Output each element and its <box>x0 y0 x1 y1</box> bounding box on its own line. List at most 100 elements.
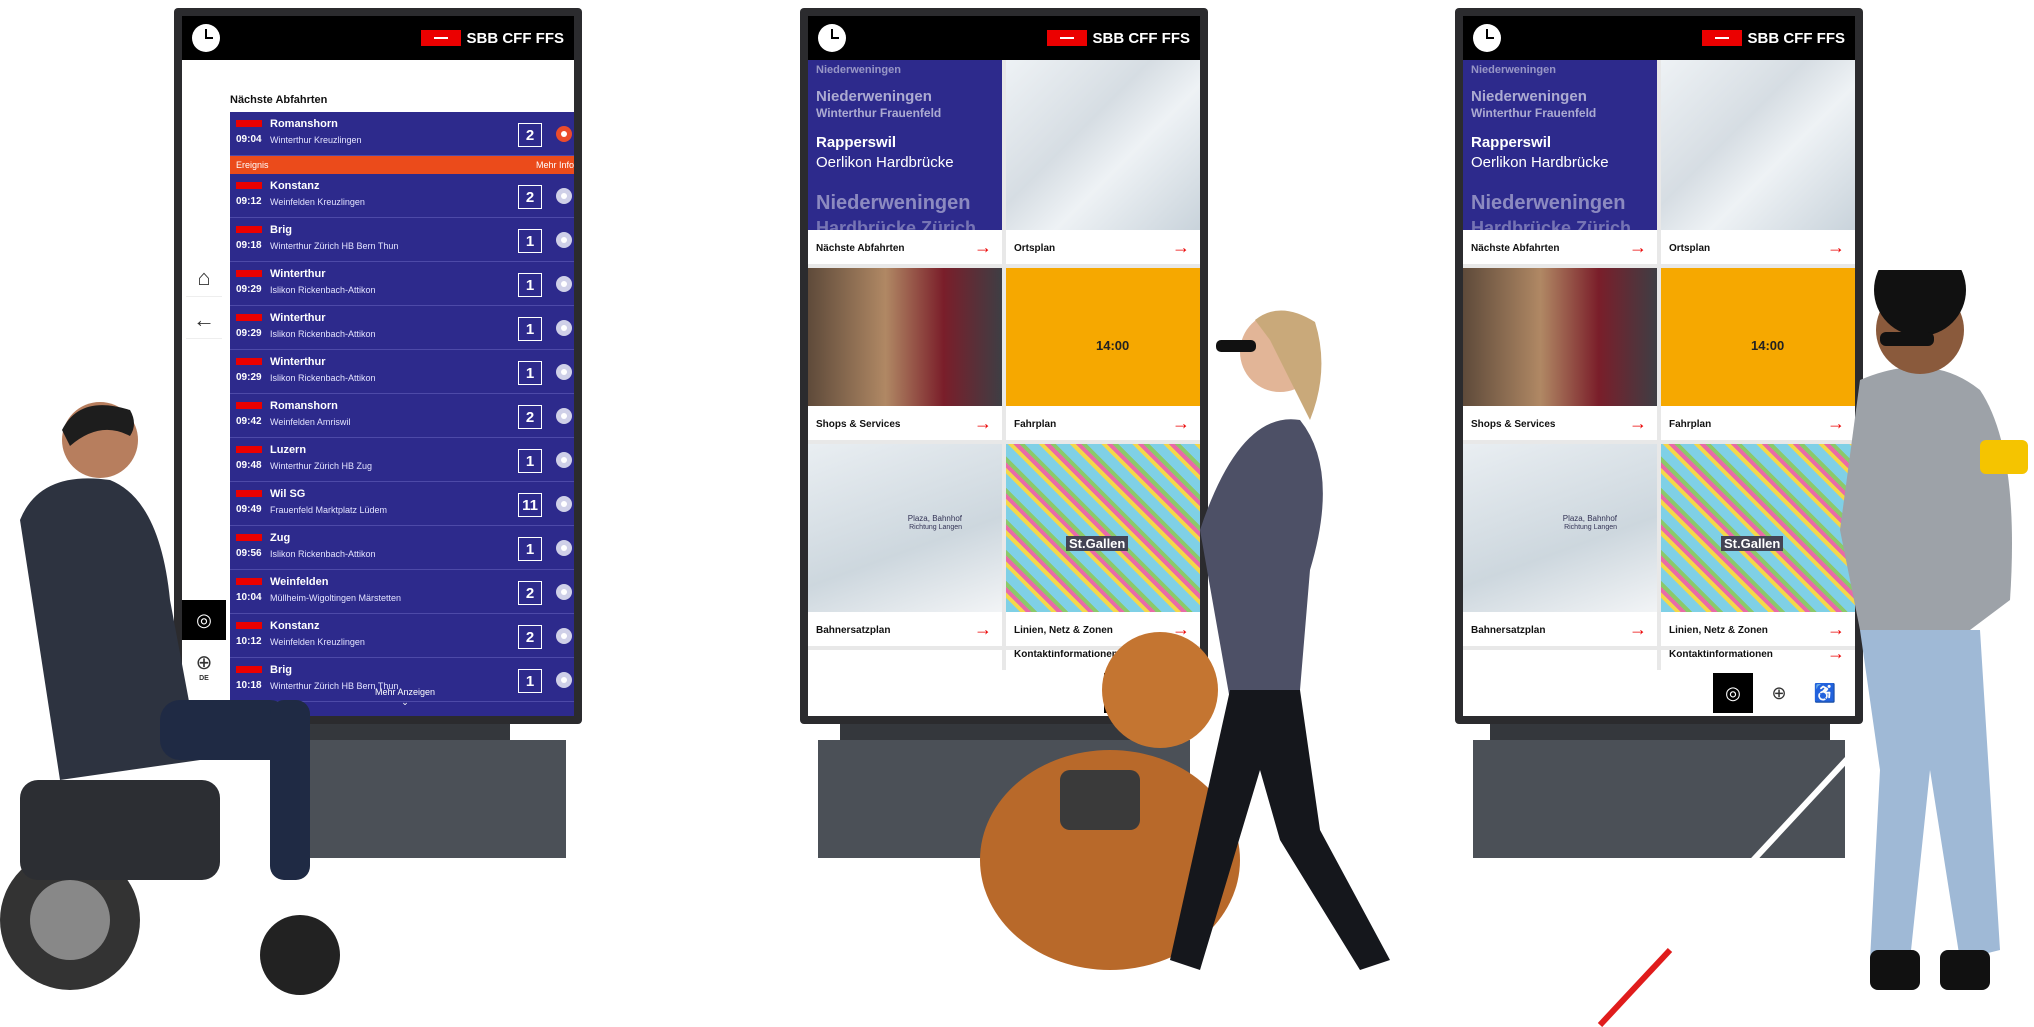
info-icon[interactable] <box>556 320 572 336</box>
tile-ortsplan[interactable]: Ortsplan → <box>1006 60 1200 264</box>
blind-armband-icon <box>1980 440 2028 474</box>
via-stations: Winterthur Kreuzlingen <box>270 135 362 145</box>
train-badge <box>236 182 262 189</box>
info-icon[interactable] <box>556 496 572 512</box>
destination: Brig <box>270 224 292 236</box>
train-badge <box>236 358 262 365</box>
train-badge <box>236 314 262 321</box>
destination: Konstanz <box>270 180 320 192</box>
brand-name: SBB CFF FFS <box>466 29 565 47</box>
home-button[interactable]: ⌂ <box>186 260 222 297</box>
person-boot <box>1870 950 1920 990</box>
departure-row[interactable]: Winterthur 09:29 Islikon Rickenbach-Attiko… <box>230 306 574 350</box>
tile-label: Nächste Abfahrten <box>1471 243 1560 254</box>
preview-line: Niederweningen <box>1471 192 1626 214</box>
departure-time: 09:12 <box>236 196 262 207</box>
white-cane-user-figure <box>1597 270 2028 1027</box>
info-icon[interactable] <box>556 126 572 142</box>
arrow-right-icon: → <box>1172 237 1190 257</box>
tile-ortsplan[interactable]: Ortsplan → <box>1661 60 1855 264</box>
departure-time: 09:18 <box>236 240 262 251</box>
info-icon[interactable] <box>556 672 572 688</box>
show-more-label: Mehr Anzeigen <box>374 687 436 697</box>
top-bar: SBB CFF FFS <box>182 16 574 60</box>
tile-label: Ortsplan <box>1014 243 1056 254</box>
wheelchair-seat <box>20 780 220 880</box>
platform-number: 1 <box>518 273 542 297</box>
departure-row[interactable]: Winterthur 09:29 Islikon Rickenbach-Attiko… <box>230 350 574 394</box>
preview-line: Hardbrücke Zürich <box>816 218 977 238</box>
platform-number: 2 <box>518 123 542 147</box>
preview-line: Niederweningen <box>816 64 901 76</box>
tile-next-departures[interactable]: Niederweningen Niederweningen Winterthur… <box>1463 60 1657 264</box>
via-stations: Islikon Rickenbach-Attikon <box>270 329 376 339</box>
departure-row[interactable]: Winterthur 09:29 Islikon Rickenbach-Attiko… <box>230 262 574 306</box>
preview-line: Oerlikon Hardbrücke <box>816 154 954 171</box>
info-icon[interactable] <box>556 628 572 644</box>
brand-name: SBB CFF FFS <box>1092 29 1191 47</box>
departure-row[interactable]: Romanshorn 09:04 Winterthur Kreuzlingen … <box>230 112 574 156</box>
info-icon[interactable] <box>556 584 572 600</box>
person-hoodie <box>1840 367 2012 630</box>
sbb-logo: SBB CFF FFS <box>1046 29 1191 47</box>
sbb-flag-icon <box>420 30 461 46</box>
info-icon[interactable] <box>556 364 572 380</box>
info-icon[interactable] <box>556 540 572 556</box>
preview-line: Oerlikon Hardbrücke <box>1471 154 1609 171</box>
destination: Winterthur <box>270 268 326 280</box>
preview-line: Niederweningen <box>1471 88 1587 105</box>
platform-number: 1 <box>518 317 542 341</box>
tile-next-departures[interactable]: Niederweningen Niederweningen Winterthur… <box>808 60 1002 264</box>
guide-dog-user-figure <box>980 310 1390 970</box>
sunglasses-icon <box>1880 332 1934 346</box>
tile-label: Bahnersatzplan <box>816 625 891 636</box>
chevron-down-icon: ⌄ <box>401 697 409 707</box>
preview-line: Winterthur Frauenfeld <box>816 106 942 120</box>
wheelchair-wheel <box>260 915 340 995</box>
info-icon[interactable] <box>556 408 572 424</box>
info-icon[interactable] <box>556 276 572 292</box>
train-badge <box>236 120 262 127</box>
departures-preview: Niederweningen Niederweningen Winterthur… <box>808 60 1002 238</box>
departure-time: 09:29 <box>236 328 262 339</box>
departure-time: 09:04 <box>236 134 262 145</box>
clock-icon <box>192 24 220 52</box>
via-stations: Weinfelden Kreuzlingen <box>270 197 365 207</box>
departure-row[interactable]: Brig 09:18 Winterthur Zürich HB Bern Thun 1 <box>230 218 574 262</box>
clock-icon <box>1473 24 1501 52</box>
train-badge <box>236 226 262 233</box>
arrow-left-icon: ← <box>193 307 215 332</box>
preview-line: Rapperswil <box>1471 134 1552 151</box>
wheelchair-hub <box>30 880 110 960</box>
person-shirt <box>1200 419 1323 700</box>
sbb-logo: SBB CFF FFS <box>420 29 565 47</box>
clock-icon <box>818 24 846 52</box>
destination: Winterthur <box>270 312 326 324</box>
person-boot <box>1940 950 1990 990</box>
via-stations: Winterthur Zürich HB Bern Thun <box>270 241 399 251</box>
platform-number: 1 <box>518 361 542 385</box>
departures-title: Nächste Abfahrten <box>230 94 328 106</box>
event-more-link[interactable]: Mehr Info <box>536 160 574 170</box>
platform-number: 2 <box>518 581 542 605</box>
via-stations: Islikon Rickenbach-Attikon <box>270 373 376 383</box>
top-bar: SBB CFF FFS <box>808 16 1200 60</box>
departures-preview: Niederweningen Niederweningen Winterthur… <box>1463 60 1657 238</box>
info-icon[interactable] <box>556 232 572 248</box>
arrow-right-icon: → <box>1629 237 1647 257</box>
info-icon[interactable] <box>556 188 572 204</box>
event-banner[interactable]: Ereignis Mehr Info <box>230 156 574 174</box>
tile-label: Shops & Services <box>1471 419 1556 430</box>
arrow-right-icon: → <box>1827 237 1845 257</box>
sbb-logo: SBB CFF FFS <box>1701 30 1845 47</box>
platform-number: 1 <box>518 537 542 561</box>
back-button[interactable]: ← <box>186 302 222 339</box>
platform-number: 2 <box>518 405 542 429</box>
platform-number: 1 <box>518 229 542 253</box>
platform-number: 2 <box>518 185 542 209</box>
departure-row[interactable]: Konstanz 09:12 Weinfelden Kreuzlingen 2 <box>230 174 574 218</box>
map-caption: Plaza, Bahnhof <box>907 514 962 523</box>
map-caption: Richtung Langen <box>909 524 962 531</box>
info-icon[interactable] <box>556 452 572 468</box>
sunglasses-icon <box>1216 340 1256 352</box>
